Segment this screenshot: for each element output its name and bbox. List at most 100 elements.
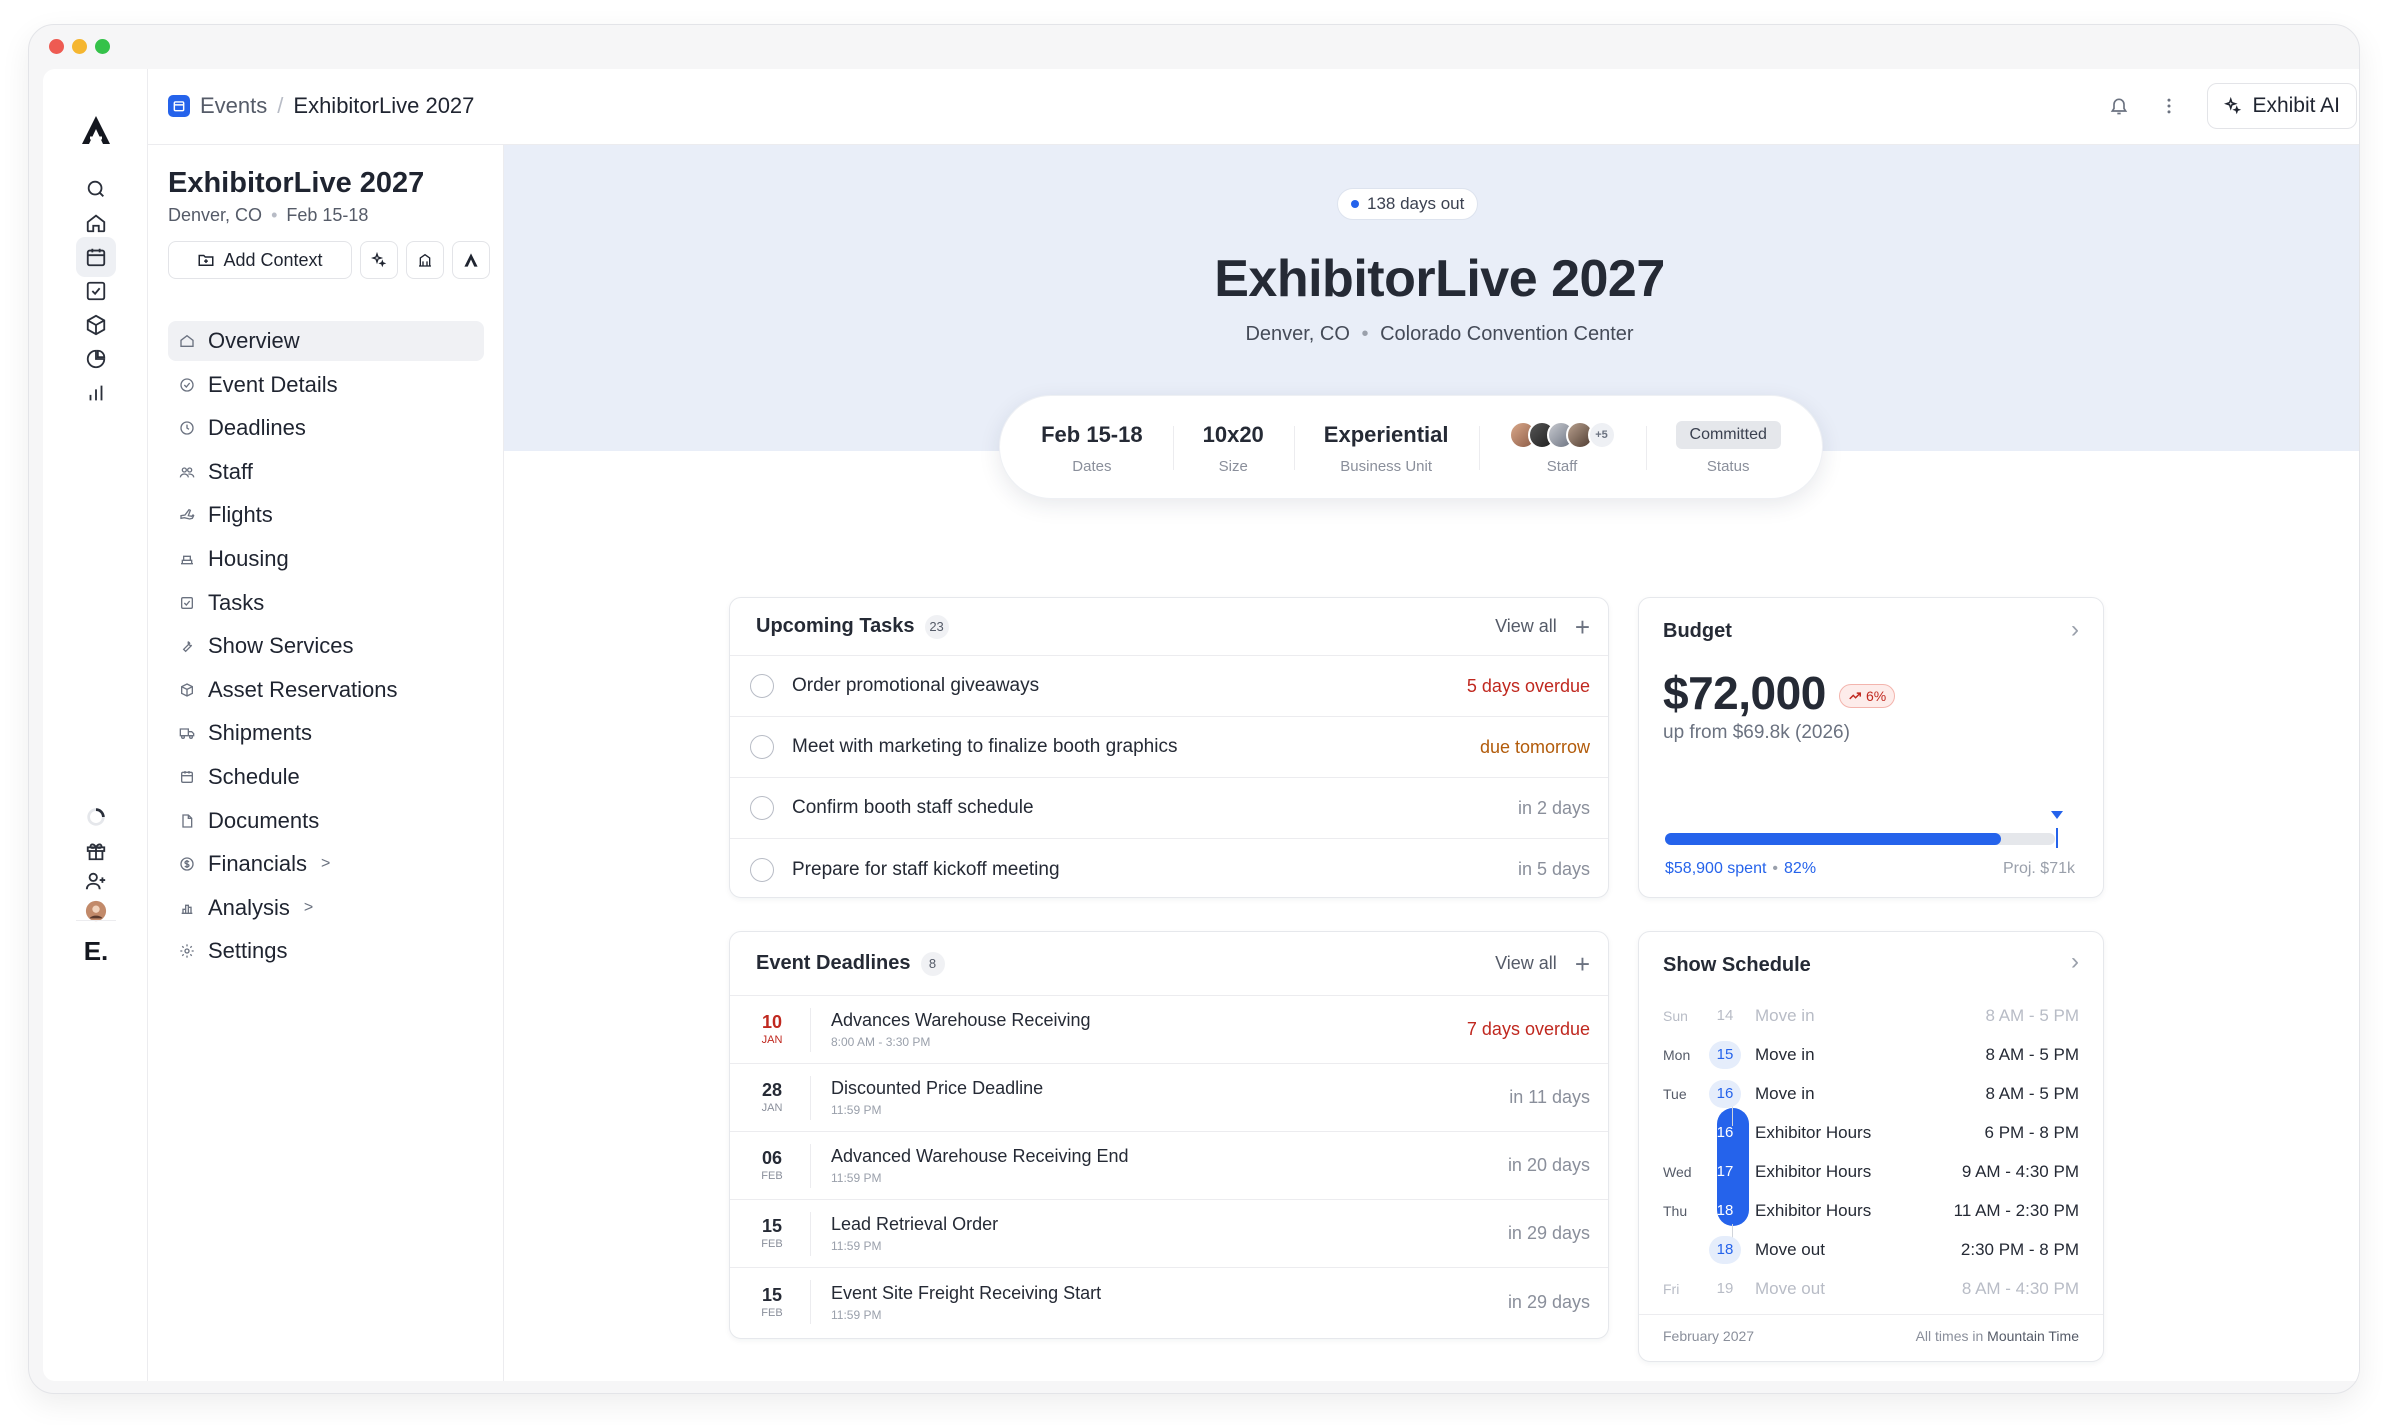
tasks-view-all-link[interactable]: View all bbox=[1495, 616, 1557, 637]
hero-venue: Colorado Convention Center bbox=[1380, 323, 1634, 345]
schedule-row[interactable]: Wed 17 Exhibitor Hours 9 AM - 4:30 PM bbox=[1663, 1152, 2079, 1191]
schedule-time: 8 AM - 5 PM bbox=[1985, 1044, 2079, 1064]
deadline-date: 15 FEB bbox=[754, 1286, 790, 1319]
schedule-row[interactable]: 18 Move out 2:30 PM - 8 PM bbox=[1663, 1230, 2079, 1269]
icon-rail: E. bbox=[43, 69, 148, 1381]
task-checkbox[interactable] bbox=[750, 857, 774, 882]
schedule-activity: Move in bbox=[1755, 1083, 1815, 1103]
sidebar-item-show-services[interactable]: Show Services bbox=[168, 626, 484, 666]
exhibit-ai-label: Exhibit AI bbox=[2252, 94, 2340, 117]
sidebar-item-shipments[interactable]: Shipments bbox=[168, 713, 484, 753]
deadline-due: in 29 days bbox=[1507, 1291, 1590, 1312]
deadline-row[interactable]: 15 FEB Lead Retrieval Order 11:59 PM in … bbox=[730, 1200, 1608, 1268]
deadline-row[interactable]: 15 FEB Event Site Freight Receiving Star… bbox=[730, 1268, 1608, 1336]
schedule-row[interactable]: Thu 18 Exhibitor Hours 11 AM - 2:30 PM bbox=[1663, 1191, 2079, 1230]
app-logo-icon bbox=[464, 253, 478, 267]
deadlines-view-all-link[interactable]: View all bbox=[1495, 953, 1557, 974]
budget-progress-fill bbox=[1665, 833, 2001, 845]
deadline-row[interactable]: 06 FEB Advanced Warehouse Receiving End … bbox=[730, 1132, 1608, 1200]
app-logo[interactable] bbox=[79, 113, 113, 147]
budget-card[interactable]: Budget › $72,000 6% up from $69.8k (2026… bbox=[1638, 597, 2104, 898]
sidebar-item-event-details[interactable]: Event Details bbox=[168, 365, 484, 405]
sidebar-item-schedule[interactable]: Schedule bbox=[168, 757, 484, 797]
sparkle-icon bbox=[371, 252, 387, 268]
sidebar-item-deadlines[interactable]: Deadlines bbox=[168, 408, 484, 448]
staff-avatars[interactable]: +5 bbox=[1508, 420, 1616, 450]
sidebar-item-settings[interactable]: Settings bbox=[168, 931, 484, 971]
sidebar-item-overview[interactable]: Overview bbox=[168, 321, 484, 361]
deadline-date: 06 FEB bbox=[754, 1149, 790, 1182]
sidebar-item-financials[interactable]: Financials > bbox=[168, 844, 484, 884]
deadline-row[interactable]: 28 JAN Discounted Price Deadline 11:59 P… bbox=[730, 1064, 1608, 1132]
building-button[interactable] bbox=[406, 241, 444, 279]
deadline-time: 11:59 PM bbox=[831, 1171, 882, 1185]
schedule-dow: Sun bbox=[1663, 1007, 1688, 1024]
schedule-row[interactable]: 16 Exhibitor Hours 6 PM - 8 PM bbox=[1663, 1113, 2079, 1152]
dollar-icon bbox=[178, 855, 196, 873]
chevron-right-icon[interactable]: › bbox=[2071, 616, 2079, 644]
stat-unit-label: Business Unit bbox=[1340, 457, 1433, 475]
more-vertical-icon[interactable] bbox=[2157, 94, 2181, 118]
sidebar-item-documents[interactable]: Documents bbox=[168, 801, 484, 841]
task-row[interactable]: Order promotional giveaways 5 days overd… bbox=[730, 656, 1608, 717]
event-stats-bar: Feb 15-18 Dates 10x20 Size Experiential … bbox=[999, 395, 1823, 499]
timezone-value: Mountain Time bbox=[1987, 1328, 2079, 1344]
deadline-row[interactable]: 10 JAN Advances Warehouse Receiving 8:00… bbox=[730, 996, 1608, 1064]
schedule-day: 18 bbox=[1716, 1202, 1734, 1219]
overview-content: 138 days out ExhibitorLive 2027 Denver, … bbox=[504, 145, 2359, 1381]
event-deadlines-card: Event Deadlines 8 View all + 10 JAN Adva… bbox=[729, 931, 1609, 1339]
logo-button[interactable] bbox=[452, 241, 490, 279]
task-row[interactable]: Prepare for staff kickoff meeting in 5 d… bbox=[730, 839, 1608, 900]
show-schedule-card[interactable]: Show Schedule › Sun 14 Move in 8 AM - 5 … bbox=[1638, 931, 2104, 1362]
breadcrumb-events-link[interactable]: Events bbox=[200, 93, 267, 119]
brand-logo[interactable]: E. bbox=[76, 931, 116, 971]
projection-marker-icon bbox=[2056, 828, 2058, 848]
sidebar-item-flights[interactable]: Flights bbox=[168, 495, 484, 535]
add-context-label: Add Context bbox=[223, 249, 323, 270]
schedule-row[interactable]: Tue 16 Move in 8 AM - 5 PM bbox=[1663, 1074, 2079, 1113]
sidebar-item-housing[interactable]: Housing bbox=[168, 539, 484, 579]
add-deadline-icon[interactable]: + bbox=[1575, 951, 1590, 977]
bar-chart-icon[interactable] bbox=[76, 373, 116, 413]
exhibit-ai-button[interactable]: Exhibit AI bbox=[2207, 83, 2357, 129]
sidebar-item-tasks[interactable]: Tasks bbox=[168, 583, 484, 623]
bell-icon[interactable] bbox=[2107, 94, 2131, 118]
task-row[interactable]: Meet with marketing to finalize booth gr… bbox=[730, 717, 1608, 778]
schedule-day: 18 bbox=[1709, 1235, 1741, 1264]
add-task-icon[interactable]: + bbox=[1575, 614, 1590, 640]
schedule-dow: Wed bbox=[1663, 1163, 1692, 1180]
sidebar-item-label: Asset Reservations bbox=[208, 676, 398, 702]
add-context-button[interactable]: Add Context bbox=[168, 241, 352, 279]
sidebar-item-staff[interactable]: Staff bbox=[168, 452, 484, 492]
sidebar-nav: Overview Event Details Deadlines Staff F… bbox=[168, 321, 484, 975]
event-subtitle: Denver, CO • Feb 15-18 bbox=[168, 205, 369, 225]
breadcrumb-current: ExhibitorLive 2027 bbox=[293, 93, 475, 118]
schedule-day: 16 bbox=[1716, 1124, 1734, 1141]
task-text: Order promotional giveaways bbox=[792, 675, 1040, 696]
schedule-row[interactable]: Mon 15 Move in 8 AM - 5 PM bbox=[1663, 1035, 2079, 1074]
task-checkbox[interactable] bbox=[750, 735, 774, 759]
maximize-window-button[interactable] bbox=[95, 39, 110, 54]
minimize-window-button[interactable] bbox=[72, 39, 87, 54]
task-row[interactable]: Confirm booth staff schedule in 2 days bbox=[730, 778, 1608, 839]
schedule-time: 8 AM - 5 PM bbox=[1985, 1005, 2079, 1025]
avatar[interactable] bbox=[76, 891, 116, 931]
deadline-due: in 11 days bbox=[1509, 1087, 1590, 1107]
schedule-row[interactable]: Sun 14 Move in 8 AM - 5 PM bbox=[1663, 996, 2079, 1035]
budget-up-from: up from $69.8k (2026) bbox=[1663, 722, 1850, 743]
sparkle-button[interactable] bbox=[360, 241, 398, 279]
chevron-right-icon[interactable]: › bbox=[2071, 948, 2079, 976]
tasks-list: Order promotional giveaways 5 days overd… bbox=[730, 656, 1608, 900]
task-checkbox[interactable] bbox=[750, 674, 774, 698]
deadline-day: 28 bbox=[761, 1080, 783, 1100]
stat-staff[interactable]: +5 Staff bbox=[1478, 420, 1646, 475]
task-checkbox[interactable] bbox=[750, 796, 774, 820]
schedule-row[interactable]: Fri 19 Move out 8 AM - 4:30 PM bbox=[1663, 1269, 2079, 1308]
schedule-time: 6 PM - 8 PM bbox=[1984, 1122, 2079, 1142]
schedule-activity: Exhibitor Hours bbox=[1755, 1122, 1872, 1142]
sidebar-item-asset-reservations[interactable]: Asset Reservations bbox=[168, 670, 484, 710]
sidebar-item-analysis[interactable]: Analysis > bbox=[168, 888, 484, 928]
stat-dates-label: Dates bbox=[1072, 457, 1112, 475]
close-window-button[interactable] bbox=[49, 39, 64, 54]
gear-icon bbox=[178, 942, 196, 960]
